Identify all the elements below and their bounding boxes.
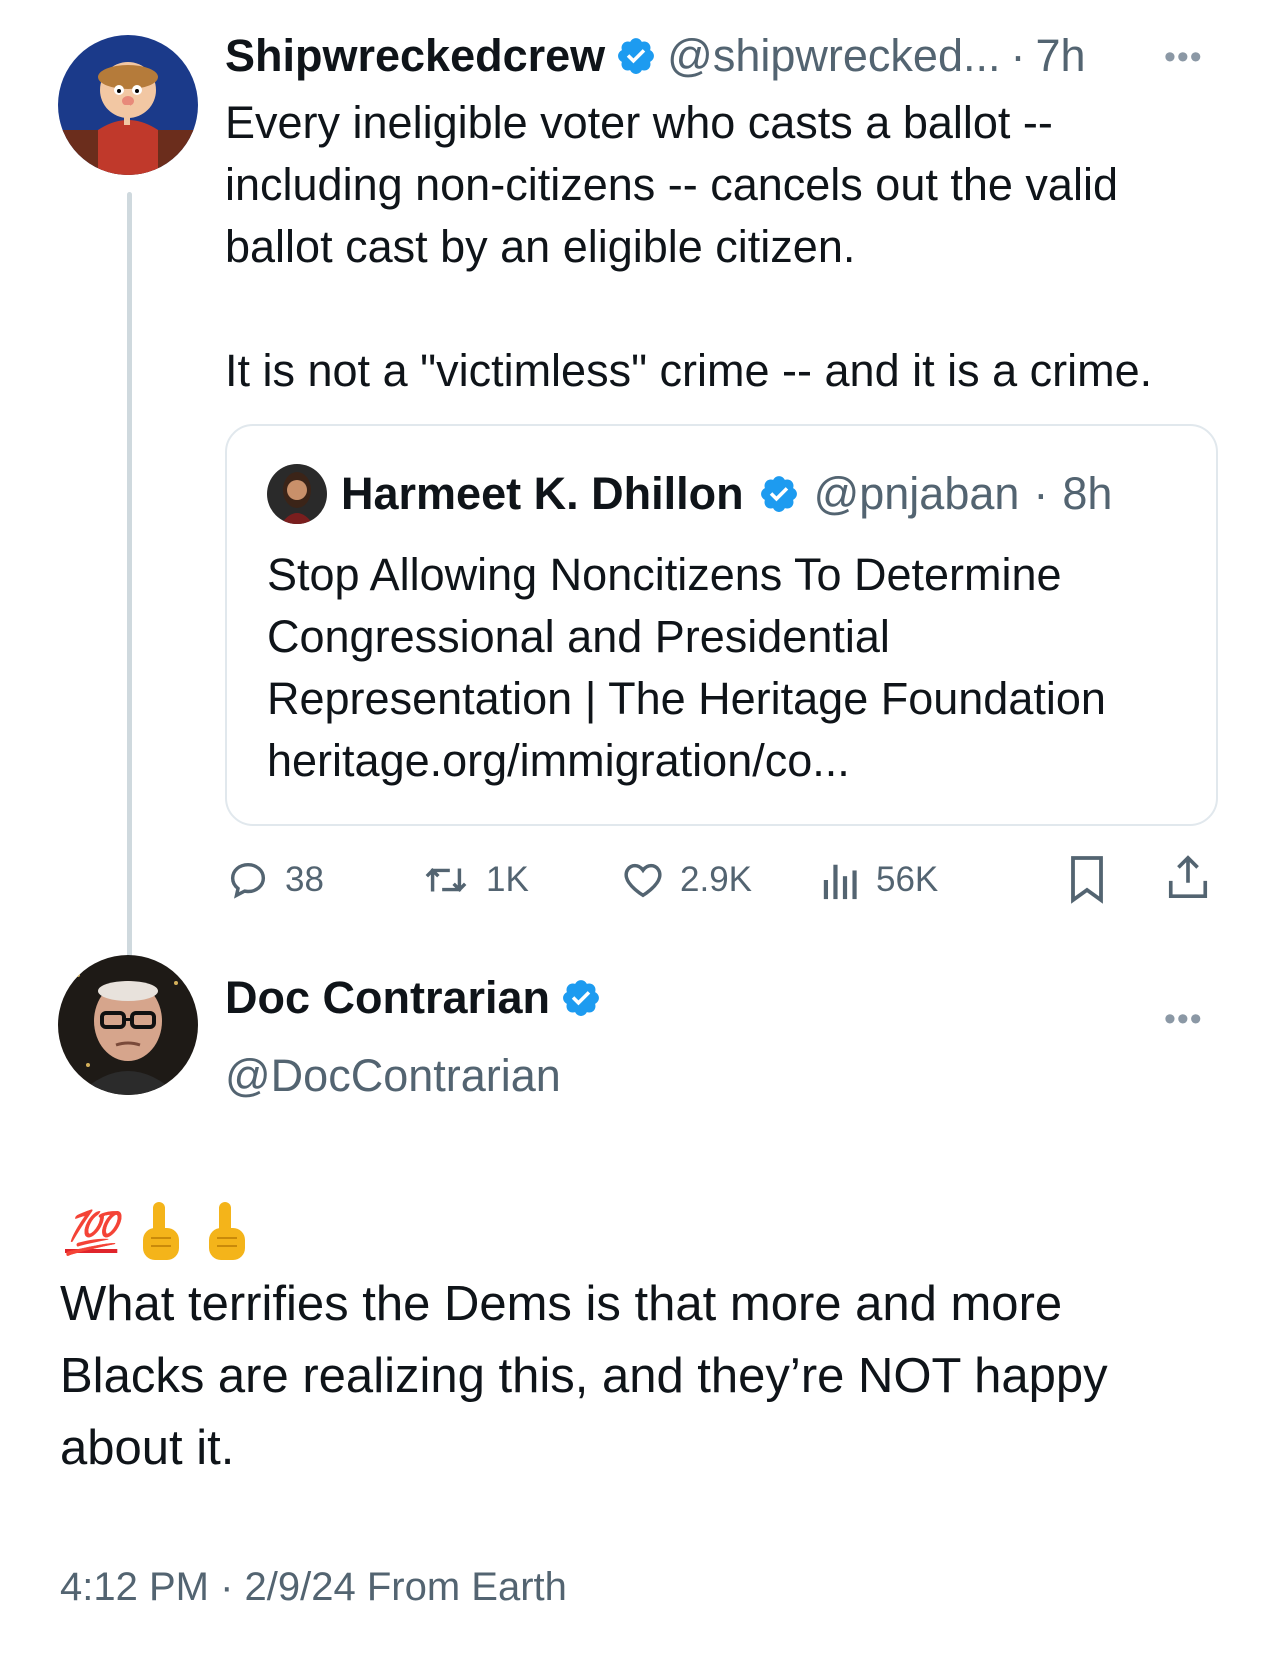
tweet-text: What terrifies the Dems is that more and… (60, 1277, 1108, 1475)
like-button[interactable]: 2.9K (620, 857, 752, 903)
display-name[interactable]: Doc Contrarian (225, 972, 550, 1024)
hundred-points-emoji: 💯 (65, 1208, 118, 1257)
thread-line (127, 192, 132, 972)
quote-display-name: Harmeet K. Dhillon (341, 468, 744, 519)
verified-badge-icon (618, 38, 655, 74)
quote-timestamp: 8h (1062, 468, 1113, 519)
timestamp-meta[interactable]: 4:12 PM · 2/9/24 From Earth (60, 1565, 567, 1610)
verified-badge-icon (760, 476, 797, 512)
portrait-avatar-icon (267, 464, 327, 524)
action-bar: 38 1K 2.9K 56K (225, 850, 1218, 910)
quote-handle: @pnjaban (813, 468, 1020, 519)
retweet-button[interactable]: 1K (420, 857, 529, 903)
separator-dot: · (1010, 30, 1026, 81)
emoji-row: 💯 (65, 1200, 249, 1266)
like-count: 2.9K (680, 860, 752, 899)
bookmark-icon (1071, 856, 1103, 904)
retweet-icon (425, 867, 467, 893)
tweet-text: Every ineligible voter who casts a ballo… (225, 97, 1153, 396)
pointing-up-hand-icon (143, 1202, 180, 1260)
cartoon-avatar-icon (58, 35, 198, 175)
timestamp[interactable]: 7h (1035, 30, 1085, 82)
views-count: 56K (876, 860, 939, 899)
quote-text: Stop Allowing Noncitizens To Determine C… (267, 549, 1106, 786)
pointing-up-hand-icon (209, 1202, 246, 1260)
handle[interactable]: @shipwrecked... (667, 30, 1000, 82)
avatar[interactable] (58, 35, 198, 175)
share-icon (1168, 855, 1208, 898)
separator-dot: · (1033, 468, 1049, 519)
tweet2-header: Doc Contrarian (225, 972, 602, 1024)
handle[interactable]: @DocContrarian (225, 1050, 561, 1102)
share-button[interactable] (1165, 852, 1211, 911)
reply-count: 38 (285, 860, 324, 899)
bookmark-button[interactable] (1067, 854, 1107, 913)
quote-header: Harmeet K. Dhillon @pnjaban · 8h (267, 464, 1112, 524)
portrait-avatar-icon (58, 955, 198, 1095)
views-button[interactable]: 56K (820, 857, 938, 903)
quote-tweet-card[interactable]: Harmeet K. Dhillon @pnjaban · 8h Stop Al… (225, 424, 1218, 826)
retweet-count: 1K (486, 860, 529, 899)
reply-icon (230, 862, 266, 899)
avatar[interactable] (58, 955, 198, 1095)
display-name[interactable]: Shipwreckedcrew (225, 30, 605, 82)
verified-badge-icon (563, 980, 599, 1016)
reply-button[interactable]: 38 (225, 857, 324, 903)
views-bar-chart-icon (823, 864, 857, 900)
quote-avatar (267, 464, 327, 524)
tweet1-header: Shipwreckedcrew @shipwrecked... · 7h (225, 30, 1086, 82)
more-options-icon[interactable]: ••• (1164, 38, 1203, 77)
heart-icon (624, 863, 662, 898)
more-options-icon[interactable]: ••• (1164, 1000, 1203, 1039)
